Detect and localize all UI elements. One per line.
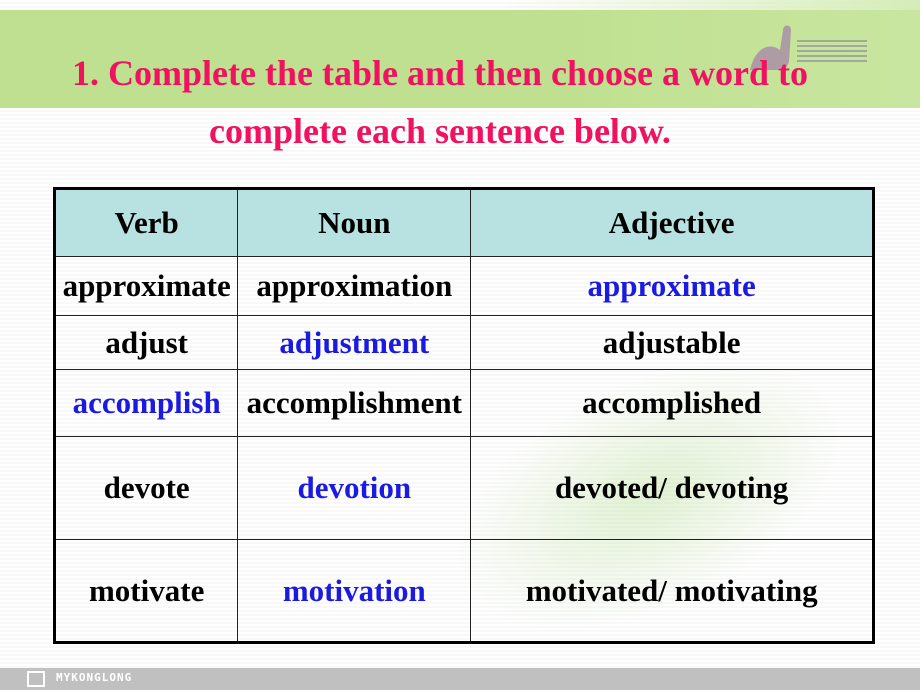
cell: motivated/ motivating [470,539,874,643]
answer-cell: motivation [237,539,472,643]
header-noun: Noun [237,188,472,257]
table-row: motivate motivation motivated/ motivatin… [53,539,874,643]
table-row: devote devotion devoted/ devoting [53,436,874,540]
table-row: accomplish accomplishment accomplished [53,369,874,437]
cell: accomplished [470,369,874,437]
cell: devoted/ devoting [470,436,874,540]
answer-cell: adjustment [237,315,472,370]
table-row: adjust adjustment adjustable [53,315,874,370]
brand-icon [27,671,45,687]
cell: accomplishment [237,369,472,437]
header-verb: Verb [53,188,239,257]
answer-cell: approximate [470,256,874,316]
answer-cell: accomplish [53,369,239,437]
word-forms-table: Verb Noun Adjective approximate approxim… [53,187,875,644]
footer-brand: MYKONGLONG [56,671,133,684]
cell: approximation [237,256,472,316]
cell: adjustable [470,315,874,370]
table-row: approximate approximation approximate [53,256,874,316]
cell: devote [53,436,239,540]
slide-title: 1. Complete the table and then choose a … [72,53,808,151]
cell: motivate [53,539,239,643]
footer-bar: MYKONGLONG [0,668,920,690]
answer-cell: devotion [237,436,472,540]
cell: approximate [53,256,239,316]
table-header-row: Verb Noun Adjective [53,188,874,257]
header-adjective: Adjective [470,188,874,257]
cell: adjust [53,315,239,370]
